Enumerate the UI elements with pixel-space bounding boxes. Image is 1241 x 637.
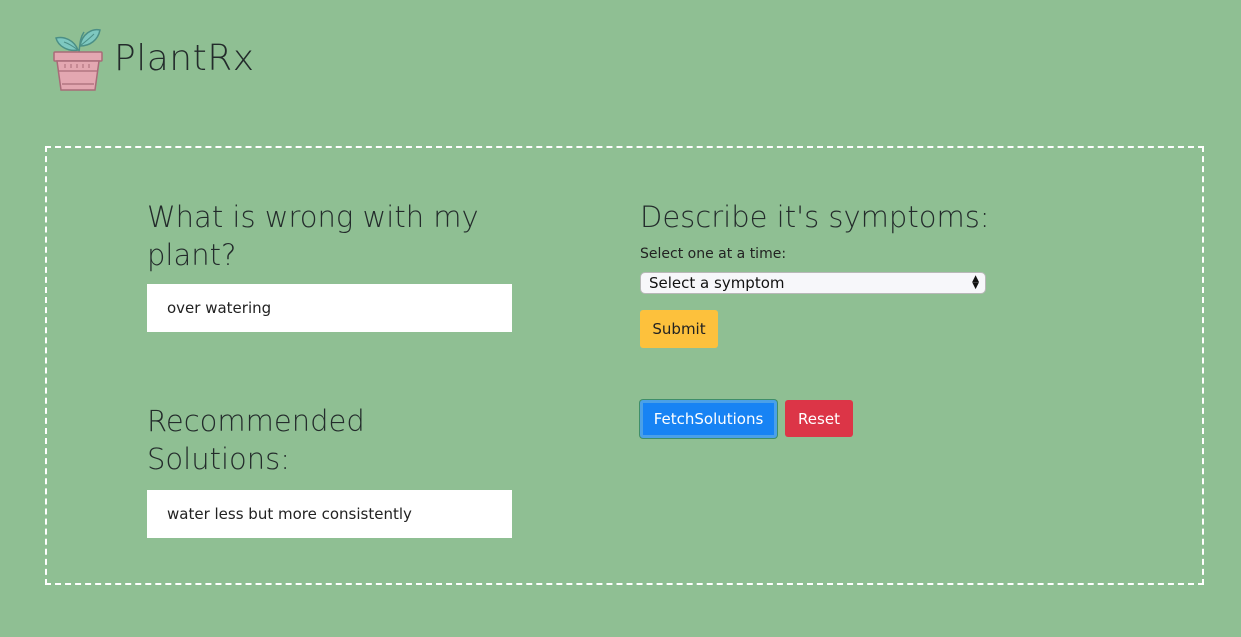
action-buttons: FetchSolutions Reset	[640, 400, 853, 438]
symptom-select-value: Select a symptom	[649, 274, 785, 292]
problem-heading: What is wrong with my plant?	[147, 200, 479, 272]
solutions-value: water less but more consistently	[167, 505, 412, 523]
select-arrows-icon: ▲ ▼	[972, 274, 979, 291]
brand-title: PlantRx	[114, 37, 255, 79]
solutions-output: water less but more consistently	[147, 490, 512, 538]
fetch-solutions-button[interactable]: FetchSolutions	[640, 400, 777, 438]
symptoms-heading: Describe it's symptoms:	[640, 200, 990, 234]
right-column: Describe it's symptoms: Select one at a …	[640, 198, 1040, 438]
problem-output: over watering	[147, 284, 512, 332]
reset-button[interactable]: Reset	[785, 400, 853, 437]
main-panel: What is wrong with my plant? over wateri…	[45, 146, 1204, 585]
app-header: PlantRx	[50, 24, 255, 92]
symptom-select[interactable]: Select a symptom ▲ ▼	[640, 272, 986, 294]
plant-pot-icon	[53, 28, 103, 91]
symptoms-hint: Select one at a time:	[640, 246, 787, 262]
submit-button[interactable]: Submit	[640, 310, 718, 348]
solutions-heading: Recommended Solutions:	[147, 404, 365, 476]
problem-value: over watering	[167, 299, 272, 317]
left-column: What is wrong with my plant? over wateri…	[147, 198, 517, 538]
solutions-section: Recommended Solutions: water less but mo…	[147, 402, 512, 538]
